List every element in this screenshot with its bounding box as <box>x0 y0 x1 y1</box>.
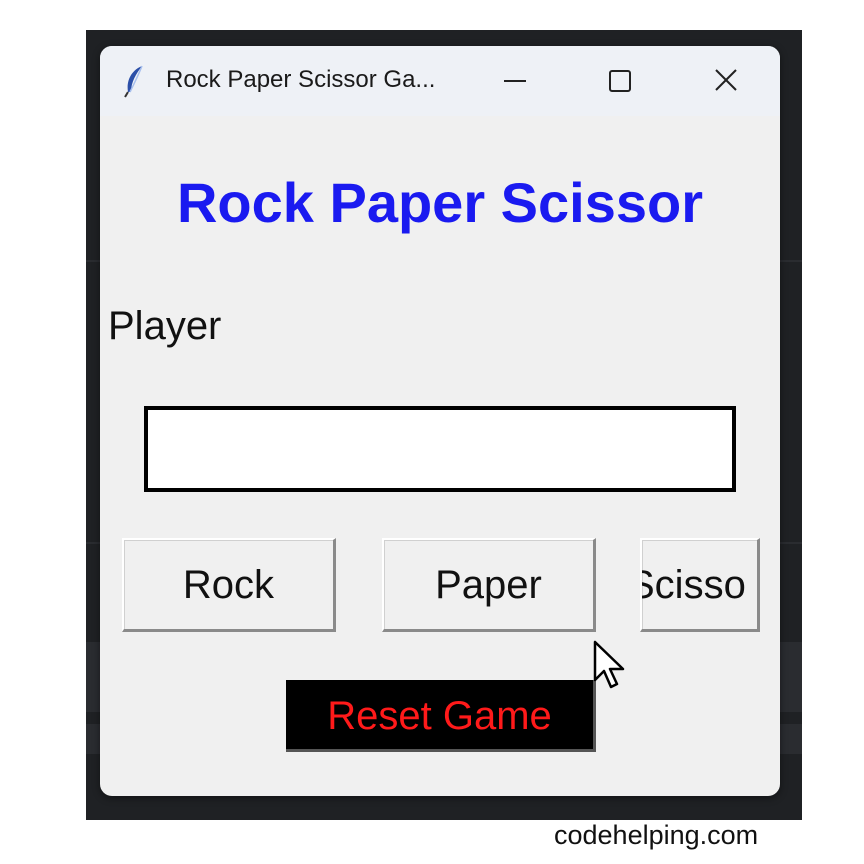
reset-game-button[interactable]: Reset Game <box>286 680 596 752</box>
app-window: Rock Paper Scissor Ga... Rock Paper Scis… <box>100 46 780 796</box>
player-choice-entry[interactable] <box>144 406 736 492</box>
title-bar[interactable]: Rock Paper Scissor Ga... <box>100 46 780 116</box>
close-icon[interactable] <box>696 56 756 106</box>
paper-button[interactable]: Paper <box>382 538 596 632</box>
screenshot-stage: Rock Paper Scissor Ga... Rock Paper Scis… <box>0 0 864 864</box>
maximize-icon[interactable] <box>590 56 650 106</box>
minimize-icon[interactable] <box>485 56 545 106</box>
scissor-button[interactable]: Scisso <box>640 538 760 632</box>
feather-icon <box>122 64 146 98</box>
scissor-button-label: Scisso <box>642 563 746 607</box>
player-label: Player <box>108 304 222 348</box>
game-heading: Rock Paper Scissor <box>176 171 704 234</box>
rock-button[interactable]: Rock <box>122 538 336 632</box>
watermark-text: codehelping.com <box>554 820 759 850</box>
mouse-pointer-icon <box>592 640 632 692</box>
window-title: Rock Paper Scissor Ga... <box>166 66 436 93</box>
